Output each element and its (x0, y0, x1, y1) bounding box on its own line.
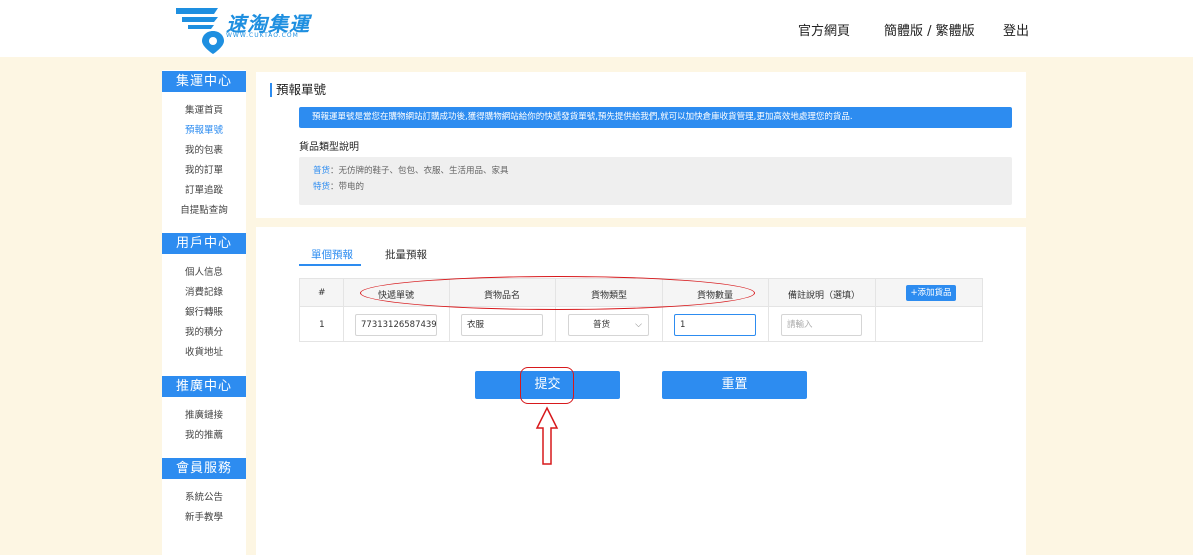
tab-single-forecast[interactable]: 單個預報 (311, 247, 353, 262)
annotation-header-ellipse (360, 276, 755, 310)
add-goods-button[interactable]: +添加貨品 (906, 285, 956, 301)
sidebar-item-profile[interactable]: 個人信息 (162, 264, 246, 278)
sidebar-section-promo: 推廣中心 (162, 376, 246, 397)
goods-type-value: 普货 (593, 320, 611, 330)
chevron-down-icon: ⌵ (635, 320, 642, 330)
nav-official-site[interactable]: 官方網頁 (798, 20, 850, 39)
top-header: 速淘集運 WWW.CUKTAO.COM 官方網頁 簡體版 / 繁體版 登出 (0, 0, 1193, 57)
sidebar-item-points[interactable]: 我的積分 (162, 324, 246, 338)
nav-language-switch[interactable]: 簡體版 / 繁體版 (884, 20, 975, 39)
sidebar-item-spending[interactable]: 消費記錄 (162, 284, 246, 298)
sidebar-section-shipping: 集運中心 (162, 71, 246, 92)
sidebar-item-tutorial[interactable]: 新手教學 (162, 509, 246, 523)
goods-type-desc: 无仿牌的鞋子、包包、衣服、生活用品、家具 (338, 166, 509, 176)
reset-button[interactable]: 重置 (662, 371, 807, 399)
sidebar-item-bank-transfer[interactable]: 銀行轉賬 (162, 304, 246, 318)
goods-type-key: 特货 (313, 182, 331, 192)
column-header-index: # (318, 288, 326, 298)
logo-url: WWW.CUKTAO.COM (226, 32, 299, 39)
up-arrow-icon (535, 406, 559, 465)
sidebar-item-forecast[interactable]: 預報單號 (162, 122, 246, 136)
quantity-input[interactable]: 1 (674, 314, 756, 336)
sidebar-item-announcements[interactable]: 系統公告 (162, 489, 246, 503)
sidebar-item-pickup[interactable]: 自提點查詢 (162, 202, 246, 216)
site-logo[interactable]: 速淘集運 WWW.CUKTAO.COM (174, 4, 309, 54)
active-tab-indicator (299, 264, 361, 266)
forecast-info-panel: 預報單號 預報運單號是當您在購物網站訂購成功後,獲得購物網站給你的快遞發貨單號,… (256, 72, 1026, 218)
row-index: 1 (319, 320, 325, 330)
goods-type-desc: 带电的 (338, 182, 365, 192)
goods-type-heading: 貨品類型說明 (299, 142, 359, 153)
notice-banner: 預報運單號是當您在購物網站訂購成功後,獲得購物網站給你的快遞發貨單號,預先提供給… (299, 107, 1012, 128)
sidebar: 集運中心 集運首頁 預報單號 我的包裹 我的訂單 訂單追蹤 自提點查詢 用戶中心… (162, 70, 246, 555)
goods-name-input[interactable]: 衣服 (461, 314, 543, 336)
goods-type-normal: 普货：无仿牌的鞋子、包包、衣服、生活用品、家具 (313, 166, 509, 176)
sidebar-item-shipping-home[interactable]: 集運首頁 (162, 102, 246, 116)
sidebar-section-member: 會員服務 (162, 458, 246, 479)
sidebar-item-promo-link[interactable]: 推廣鏈接 (162, 407, 246, 421)
sidebar-item-tracking[interactable]: 訂單追蹤 (162, 182, 246, 196)
column-header-remark: 備註說明（選填） (788, 291, 861, 301)
forecast-form-panel: 單個預報 批量預報 # 快遞單號 貨物品名 貨物類型 貨物數量 備註說明（選填）… (256, 227, 1026, 555)
sidebar-item-address[interactable]: 收貨地址 (162, 344, 246, 358)
nav-logout[interactable]: 登出 (1003, 20, 1029, 39)
goods-type-box: 普货：无仿牌的鞋子、包包、衣服、生活用品、家具 特货：带电的 (299, 157, 1012, 205)
page-title: 預報單號 (270, 83, 326, 97)
goods-type-special: 特货：带电的 (313, 182, 365, 192)
sidebar-item-packages[interactable]: 我的包裹 (162, 142, 246, 156)
tracking-number-input[interactable]: 773131265874398 (355, 314, 437, 336)
tab-batch-forecast[interactable]: 批量預報 (385, 247, 427, 262)
goods-type-select[interactable]: 普货 ⌵ (568, 314, 649, 336)
sidebar-item-orders[interactable]: 我的訂單 (162, 162, 246, 176)
logo-pin-icon (176, 8, 224, 54)
sidebar-section-user: 用戶中心 (162, 233, 246, 254)
goods-type-key: 普货 (313, 166, 331, 176)
annotation-submit-highlight (520, 367, 574, 404)
sidebar-item-referrals[interactable]: 我的推薦 (162, 427, 246, 441)
remark-input[interactable]: 請輸入 (781, 314, 862, 336)
